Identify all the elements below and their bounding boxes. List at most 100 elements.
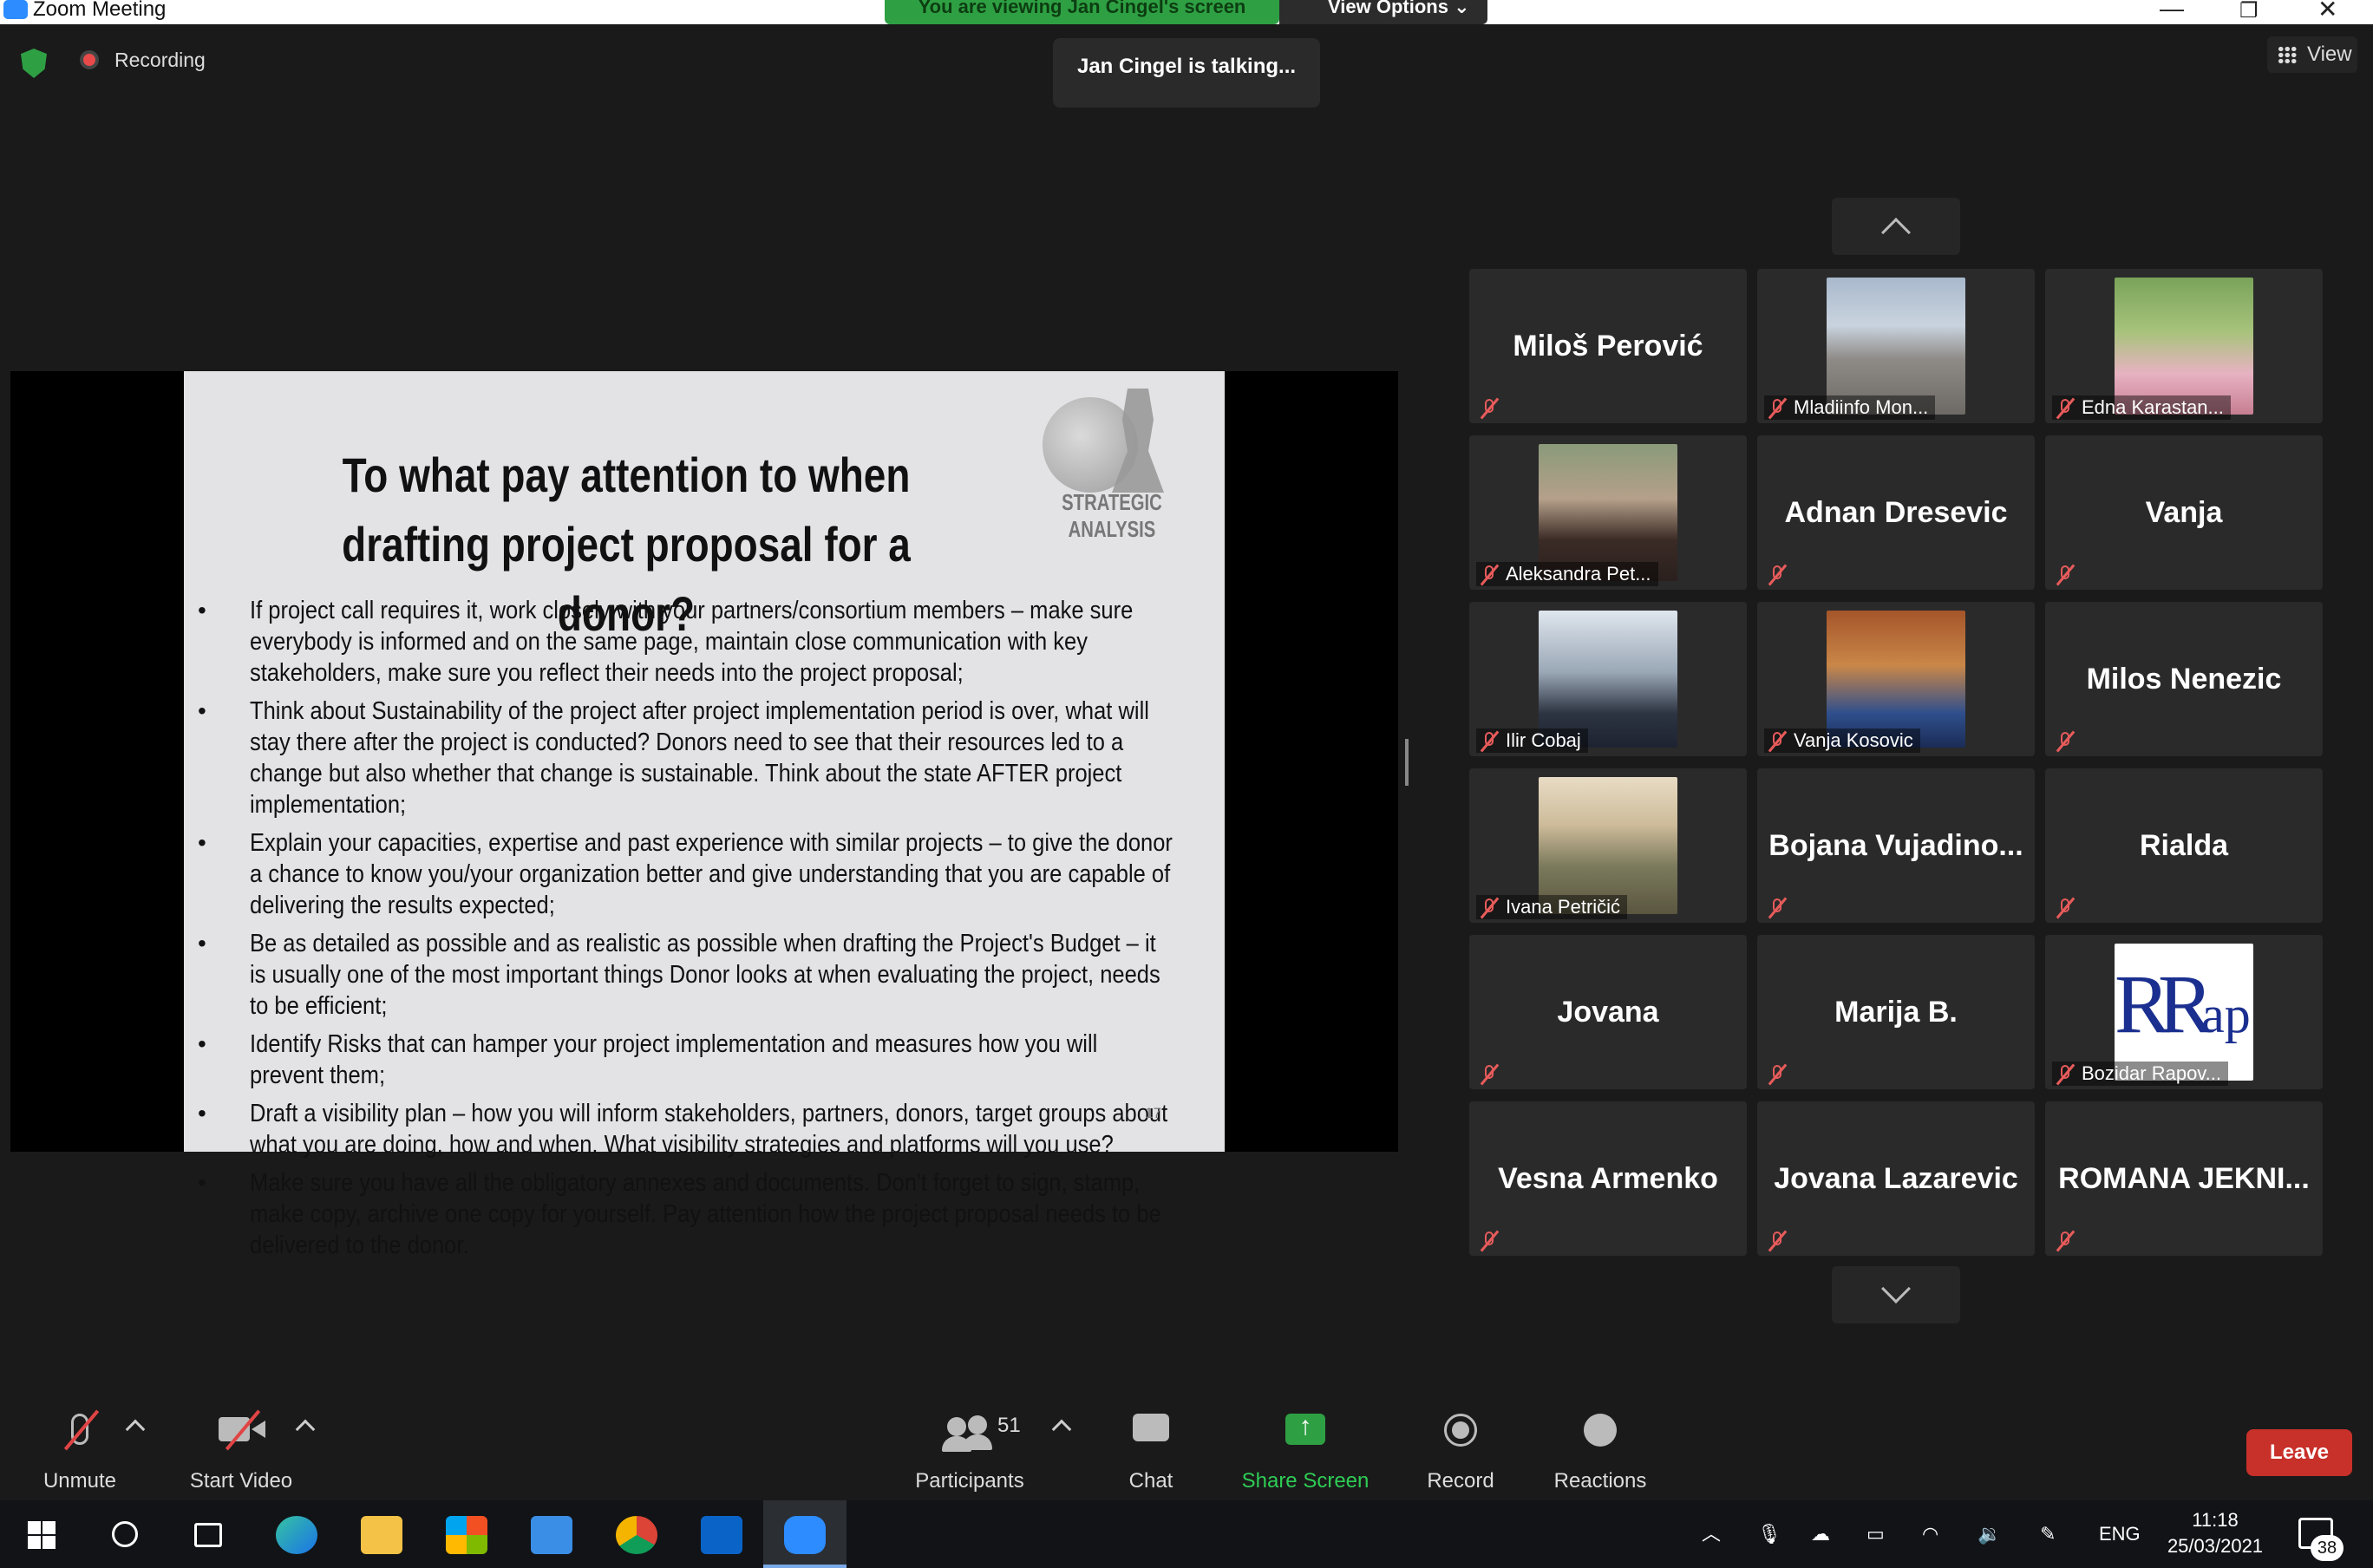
participant-tile[interactable]: Ilir Cobaj: [1469, 602, 1747, 756]
start-video-button[interactable]: Start Video: [182, 1408, 300, 1493]
restore-button[interactable]: ❐: [2239, 0, 2259, 23]
participant-tile[interactable]: RRap Bozidar Rapov...: [2045, 935, 2323, 1089]
strategic-analysis-logo: STRATEGIC ANALYSIS: [1017, 389, 1207, 542]
encryption-shield-icon[interactable]: [21, 49, 47, 78]
bullet-marker: •: [198, 930, 206, 957]
start-button[interactable]: [0, 1500, 83, 1568]
slide-bullet-list: • If project call requires it, work close…: [198, 595, 1213, 1268]
windows-taskbar: ︿ 🎙 ☁ ▭ ◠ 🔉 ✎ ENG 11:18 25/03/2021 38: [0, 1500, 2373, 1568]
onedrive-icon[interactable]: ☁: [1811, 1500, 1830, 1568]
view-button[interactable]: View: [2267, 36, 2357, 73]
participant-name: Jovana Lazarevic: [1774, 1162, 2018, 1195]
reactions-button[interactable]: Reactions: [1553, 1408, 1648, 1493]
audio-options-caret-icon[interactable]: [125, 1419, 146, 1440]
participants-button[interactable]: 51 Participants: [911, 1408, 1029, 1493]
minimize-button[interactable]: —: [2160, 0, 2184, 23]
participant-name: Miloš Perović: [1513, 330, 1703, 363]
participant-label: [2052, 562, 2082, 586]
wifi-icon[interactable]: ◠: [1922, 1500, 1938, 1568]
chat-button[interactable]: Chat: [1119, 1408, 1183, 1493]
participant-tile[interactable]: Aleksandra Pet...: [1469, 435, 1747, 590]
close-button[interactable]: ✕: [2317, 0, 2337, 23]
bullet-text: If project call requires it, work closel…: [250, 597, 1134, 687]
windows-start-icon: [28, 1521, 56, 1549]
participant-tile[interactable]: Bojana Vujadino...: [1757, 768, 2035, 923]
search-button[interactable]: [83, 1500, 167, 1568]
participant-label: Bozidar Rapov...: [2052, 1062, 2229, 1086]
participant-tile[interactable]: Jovana Lazarevic: [1757, 1101, 2035, 1256]
unmute-button[interactable]: Unmute: [35, 1408, 125, 1493]
record-label: Record: [1427, 1469, 1494, 1493]
participant-tile[interactable]: ROMANA JEKNI...: [2045, 1101, 2323, 1256]
microphone-tray-icon[interactable]: 🎙: [1757, 1500, 1781, 1568]
participant-name: Bojana Vujadino...: [1768, 829, 2023, 862]
bullet-text: Make sure you have all the obligatory an…: [250, 1169, 1161, 1259]
gallery-page-down-button[interactable]: [1832, 1266, 1960, 1323]
participant-name: Marija B.: [1834, 996, 1958, 1029]
pen-icon[interactable]: ✎: [2040, 1500, 2056, 1568]
microphone-muted-icon: [1768, 397, 1788, 420]
chevron-up-icon: [1881, 218, 1911, 247]
participant-tile[interactable]: Vanja Kosovic: [1757, 602, 2035, 756]
participants-options-caret-icon[interactable]: [1051, 1419, 1072, 1440]
participant-tile[interactable]: Edna Karastan...: [2045, 269, 2323, 423]
gallery-page-up-button[interactable]: [1832, 198, 1960, 255]
participant-tile[interactable]: Miloš Perović: [1469, 269, 1747, 423]
participant-name: Vanja: [2145, 496, 2223, 529]
participant-tile[interactable]: Vanja: [2045, 435, 2323, 590]
view-options-button[interactable]: View Options ⌄: [1279, 0, 1487, 24]
chrome-icon: [616, 1516, 657, 1554]
participant-label: [1476, 1228, 1506, 1252]
participant-label: [1764, 1228, 1794, 1252]
participant-tile[interactable]: Vesna Armenko: [1469, 1101, 1747, 1256]
participant-tile[interactable]: Rialda: [2045, 768, 2323, 923]
participants-label: Participants: [915, 1469, 1024, 1493]
record-button[interactable]: Record: [1422, 1408, 1499, 1493]
microphone-muted-icon: [1768, 730, 1788, 753]
participant-video: [1827, 278, 1965, 415]
zoom-taskbar-button[interactable]: [763, 1500, 847, 1568]
participant-tile[interactable]: Adnan Dresevic: [1757, 435, 2035, 590]
participant-name: Milos Nenezic: [2086, 663, 2282, 696]
share-screen-button[interactable]: Share Screen: [1239, 1408, 1372, 1493]
participant-tile[interactable]: Ivana Petričić: [1469, 768, 1747, 923]
task-view-button[interactable]: [167, 1500, 250, 1568]
participant-video: [1539, 611, 1677, 748]
participant-label: Ivana Petričić: [1476, 895, 1628, 919]
participant-tile[interactable]: Mladiinfo Mon...: [1757, 269, 2035, 423]
volume-icon[interactable]: 🔉: [1978, 1500, 2001, 1568]
participant-tile[interactable]: Jovana: [1469, 935, 1747, 1089]
microphone-muted-icon: [2056, 730, 2076, 753]
store-taskbar-button[interactable]: [425, 1500, 508, 1568]
bullet-text: Think about Sustainability of the projec…: [250, 697, 1149, 819]
zoom-app-icon: [3, 0, 28, 19]
participant-label: [1764, 1062, 1794, 1086]
participant-label: [2052, 728, 2082, 753]
chat-label: Chat: [1128, 1469, 1173, 1493]
mail-icon: [531, 1516, 572, 1554]
clock-time: 11:18: [2192, 1509, 2239, 1531]
participant-video: [2115, 278, 2253, 415]
file-explorer-taskbar-button[interactable]: [340, 1500, 423, 1568]
bullet-marker: •: [198, 1030, 206, 1057]
taskbar-clock[interactable]: 11:18 25/03/2021: [2154, 1507, 2276, 1559]
outlook-taskbar-button[interactable]: [680, 1500, 763, 1568]
panel-resize-handle[interactable]: [1405, 739, 1409, 786]
presentation-slide: To what pay attention to when drafting p…: [184, 371, 1225, 1259]
zoom-icon: [784, 1516, 826, 1554]
battery-icon[interactable]: ▭: [1866, 1500, 1885, 1568]
language-indicator[interactable]: ENG: [2099, 1500, 2141, 1568]
participant-tile[interactable]: Marija B.: [1757, 935, 2035, 1089]
leave-button[interactable]: Leave: [2246, 1429, 2352, 1476]
slide-page-number: 17: [1145, 1105, 1161, 1121]
chrome-taskbar-button[interactable]: [595, 1500, 678, 1568]
edge-taskbar-button[interactable]: [255, 1500, 338, 1568]
mail-taskbar-button[interactable]: [510, 1500, 593, 1568]
show-hidden-icons-button[interactable]: ︿: [1702, 1500, 1721, 1568]
participant-tile[interactable]: Milos Nenezic: [2045, 602, 2323, 756]
participant-name: Rialda: [2139, 829, 2229, 862]
participant-name: Mladiinfo Mon...: [1794, 396, 1929, 418]
participant-label: [1476, 1062, 1506, 1086]
shared-screen[interactable]: To what pay attention to when drafting p…: [10, 371, 1398, 1259]
participant-label: [1764, 562, 1794, 586]
